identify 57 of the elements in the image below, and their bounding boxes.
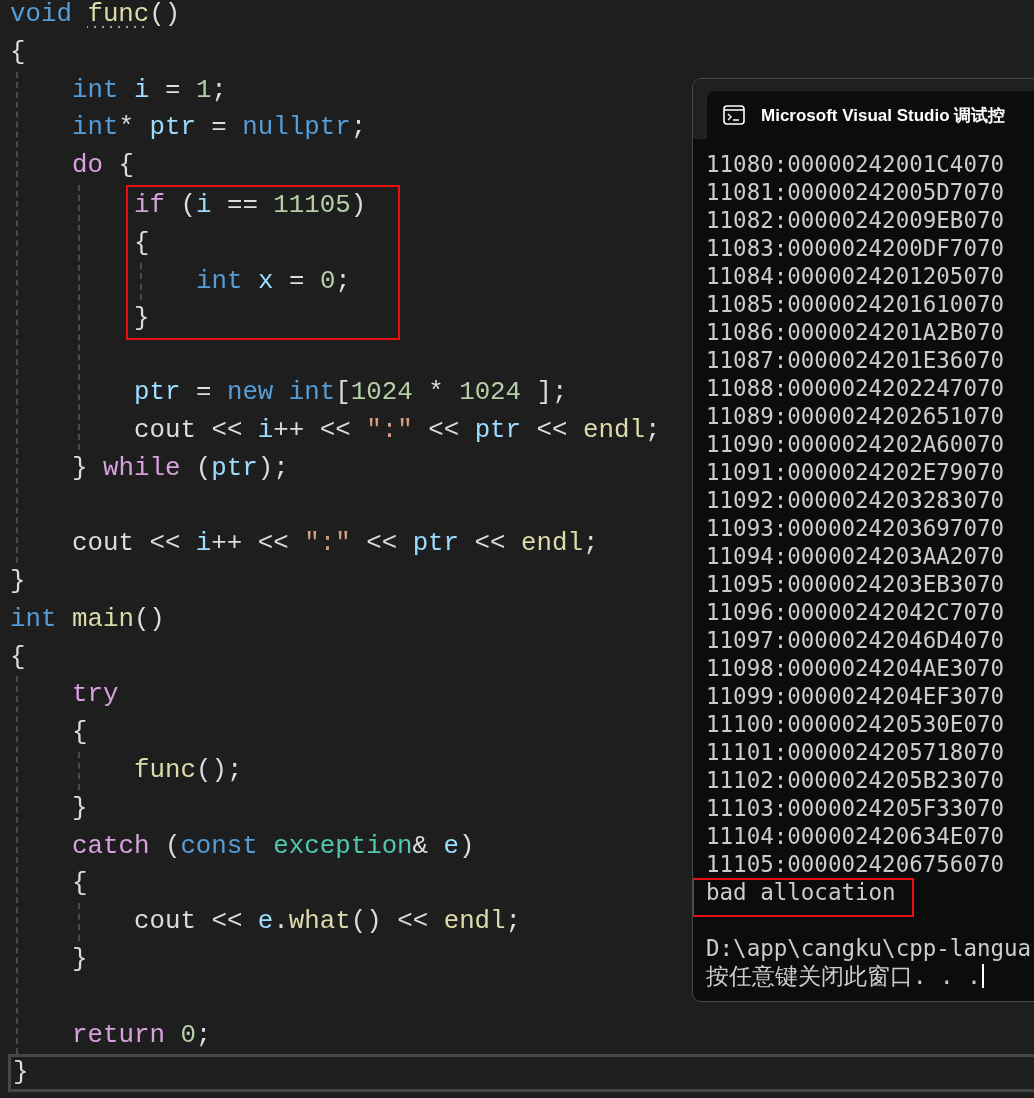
code-line: } while (ptr);	[72, 453, 289, 483]
code-line: }	[72, 793, 88, 823]
code-line: ptr = new int[1024 * 1024 ];	[134, 377, 568, 407]
code-line: {	[72, 718, 88, 748]
console-output-line: 11091:0000024202E79070	[706, 458, 1004, 486]
console-output-line: 11096:00000242042C7070	[706, 598, 1004, 626]
code-line: int main()	[10, 604, 165, 634]
console-output-line: 11083:0000024200DF7070	[706, 234, 1004, 262]
console-output-line: D:\app\cangku\cpp-langua	[706, 934, 1032, 962]
console-output-line: 11099:0000024204EF3070	[706, 682, 1004, 710]
console-output-line: 11087:0000024201E36070	[706, 346, 1004, 374]
code-line: void func()	[10, 0, 181, 29]
console-output-line: 11098:0000024204AE3070	[706, 654, 1004, 682]
console-output-line: 11081:00000242005D7070	[706, 178, 1004, 206]
console-output-line: 11097:00000242046D4070	[706, 626, 1004, 654]
console-output-line: 11086:0000024201A2B070	[706, 318, 1004, 346]
console-output-line: 11089:0000024202651070	[706, 402, 1004, 430]
code-line: }	[13, 1058, 29, 1088]
code-line: }	[72, 944, 88, 974]
code-line: {	[10, 37, 26, 67]
code-line: cout << i++ << ":" << ptr << endl;	[72, 529, 599, 559]
code-line: do {	[72, 151, 134, 181]
code-line: try	[72, 680, 119, 710]
code-line: cout << e.what() << endl;	[134, 907, 522, 937]
console-output-line: 11095:0000024203EB3070	[706, 570, 1004, 598]
code-line: {	[72, 869, 88, 899]
console-output-line: 11090:0000024202A60070	[706, 430, 1004, 458]
terminal-icon	[723, 105, 745, 125]
console-output-line: 11084:0000024201205070	[706, 262, 1004, 290]
code-line: int x = 0;	[196, 266, 351, 296]
console-output-line: 11102:0000024205B23070	[706, 766, 1004, 794]
console-output-line: 11094:0000024203AA2070	[706, 542, 1004, 570]
console-output-line: 11080:00000242001C4070	[706, 150, 1004, 178]
console-output-line: 11085:0000024201610070	[706, 290, 1004, 318]
code-line: int* ptr = nullptr;	[72, 113, 367, 143]
code-line: cout << i++ << ":" << ptr << endl;	[134, 415, 661, 445]
console-output-line: 11088:0000024202247070	[706, 374, 1004, 402]
console-output-line: 11093:0000024203697070	[706, 514, 1004, 542]
code-line: return 0;	[72, 1020, 212, 1050]
code-line: {	[134, 228, 150, 258]
console-tab[interactable]: Microsoft Visual Studio 调试控	[707, 91, 1034, 139]
code-line: }	[134, 304, 150, 334]
console-output-line: 11092:0000024203283070	[706, 486, 1004, 514]
console-output-line: 11082:00000242009EB070	[706, 206, 1004, 234]
console-output-line: 11101:0000024205718070	[706, 738, 1004, 766]
console-output-line: 11105:0000024206756070	[706, 850, 1004, 878]
code-line: catch (const exception& e)	[72, 831, 475, 861]
code-line: {	[10, 642, 26, 672]
console-output-line: bad allocation	[706, 879, 896, 905]
console-output-line: 11100:000002420530E070	[706, 710, 1004, 738]
console-output-line: 按任意键关闭此窗口. . .	[706, 962, 981, 990]
code-line: int i = 1;	[72, 75, 227, 105]
console-output-line: 11103:0000024205F33070	[706, 794, 1004, 822]
code-line: if (i == 11105)	[134, 191, 367, 220]
console-output-line: 11104:000002420634E070	[706, 822, 1004, 850]
code-line: }	[10, 566, 26, 596]
code-line: func();	[134, 755, 243, 785]
